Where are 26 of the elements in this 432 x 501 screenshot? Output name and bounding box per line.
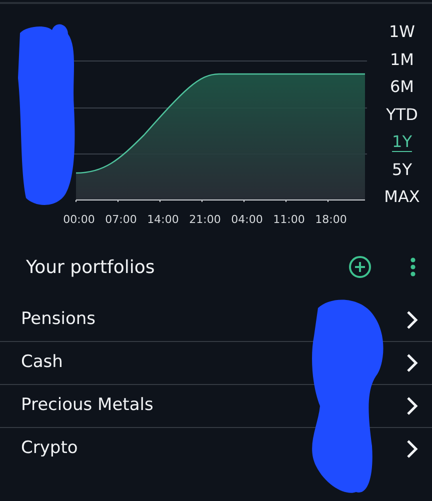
- chevron-right-icon: [406, 310, 418, 330]
- axis-label: 11:00: [272, 212, 306, 228]
- portfolio-name: Precious Metals: [21, 394, 154, 418]
- axis-label: 18:00: [314, 212, 348, 228]
- portfolio-row[interactable]: Pensions: [0, 298, 432, 341]
- range-tab[interactable]: 1W: [389, 18, 415, 46]
- axis-label: 21:00: [188, 212, 222, 228]
- section-title: Your portfolios: [26, 256, 156, 280]
- axis-label: 07:00: [104, 212, 138, 228]
- chevron-right-icon: [406, 353, 418, 373]
- chevron-right-icon: [406, 396, 418, 416]
- range-tab[interactable]: MAX: [384, 183, 420, 210]
- range-tab[interactable]: 1Y: [392, 128, 412, 156]
- range-tab[interactable]: 5Y: [392, 156, 412, 183]
- range-tab[interactable]: YTD: [386, 100, 418, 128]
- more-icon[interactable]: [410, 257, 416, 277]
- portfolio-name: Crypto: [21, 437, 79, 460]
- portfolio-name: Pensions: [21, 308, 96, 331]
- range-tab[interactable]: 6M: [390, 73, 414, 100]
- chevron-right-icon: [406, 439, 418, 459]
- axis-label: 14:00: [146, 212, 180, 228]
- portfolio-name: Cash: [21, 351, 64, 374]
- axis-label: 04:00: [230, 212, 264, 228]
- range-tab[interactable]: 1M: [390, 46, 414, 73]
- add-icon[interactable]: [348, 255, 372, 279]
- axis-label: 00:00: [62, 212, 96, 228]
